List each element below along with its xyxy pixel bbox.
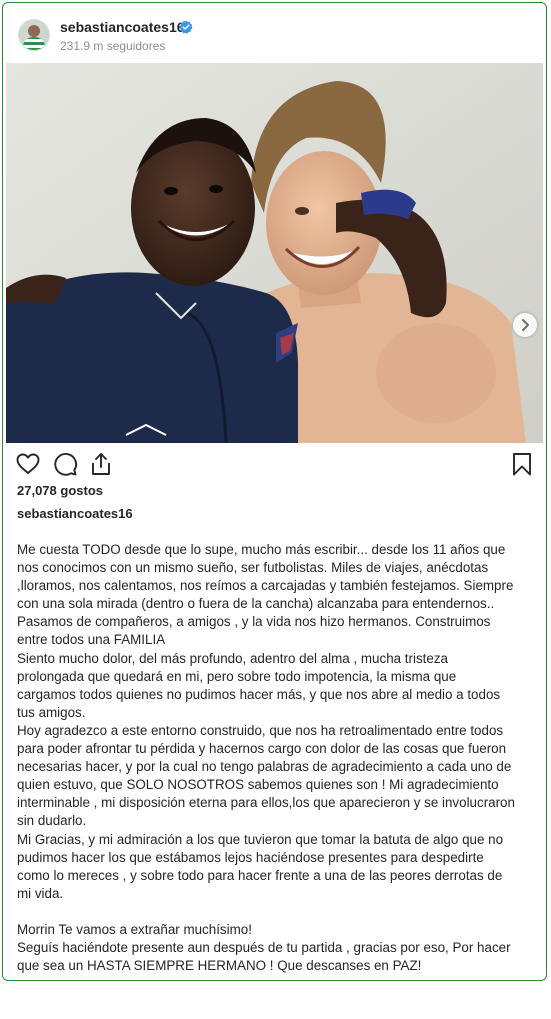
like-count[interactable]: 27,078 gostos <box>17 483 103 498</box>
caption-line: tus amigos. <box>17 704 86 720</box>
heart-icon[interactable] <box>15 451 41 477</box>
verified-badge-icon <box>179 20 193 34</box>
caption-line <box>17 903 542 921</box>
caption-line: prolongada que quedará en mi, pero sobre… <box>17 668 457 684</box>
caption-line: pudimos hacer los que estábamos lejos ha… <box>17 849 484 865</box>
caption-line: como lo mereces , y sobre todo para hace… <box>17 867 503 883</box>
username[interactable]: sebastiancoates16 <box>60 19 185 35</box>
caption-line: Mi Gracias, y mi admiración a los que tu… <box>17 831 504 847</box>
caption-line: Siento mucho dolor, del más profundo, ad… <box>17 650 448 666</box>
caption-text: Me cuesta TODO desde que lo supe, mucho … <box>17 541 542 975</box>
caption-line: entre todos una FAMILIA <box>17 632 166 648</box>
caption-line: necesarias hacer, y por la cual no tengo… <box>17 759 512 775</box>
post-photo[interactable] <box>6 63 543 443</box>
caption-line: mi vida. <box>17 885 64 901</box>
next-photo-button[interactable] <box>513 313 537 337</box>
photo-illustration <box>6 63 543 443</box>
caption-line: que sea un HASTA SIEMPRE HERMANO ! Que d… <box>17 958 422 974</box>
post-header: sebastiancoates16 231.9 m seguidores <box>3 3 546 63</box>
caption-line: interminable , mi disposición eterna par… <box>17 795 515 811</box>
caption-line: con una sola mirada (dentro o fuera de l… <box>17 596 495 612</box>
caption-line: Seguís haciéndote presente aun después d… <box>17 940 511 956</box>
caption-line: Me cuesta TODO desde que lo supe, mucho … <box>17 542 506 557</box>
caption-line: cargamos todos quienes no pudimos hacer … <box>17 686 501 702</box>
comment-icon[interactable] <box>52 451 78 477</box>
follower-count: 231.9 m seguidores <box>60 39 166 53</box>
caption-author[interactable]: sebastiancoates16 <box>17 506 133 521</box>
caption-line: Pasamos de compañeros, a amigos , y la v… <box>17 614 491 630</box>
caption-line: quien estuvo, que SOLO NOSOTROS sabemos … <box>17 777 499 793</box>
caption-line: ,lloramos, nos calentamos, nos reímos a … <box>17 578 514 594</box>
chevron-right-icon <box>522 319 529 331</box>
caption-line: nos conocimos con un mismo sueño, ser fu… <box>17 560 489 576</box>
caption-line: sin dudarlo. <box>17 813 87 829</box>
caption-line: Hoy agradezco a este entorno construido,… <box>17 722 504 738</box>
post-actions <box>3 443 546 483</box>
caption-line: Morrin Te vamos a extrañar muchísimo! <box>17 921 252 937</box>
instagram-post-card: sebastiancoates16 231.9 m seguidores 27,… <box>2 2 547 981</box>
bookmark-icon[interactable] <box>509 451 535 477</box>
caption-line: para poder afrontar tu pérdida y hacerno… <box>17 741 507 757</box>
avatar[interactable] <box>18 19 50 51</box>
share-icon[interactable] <box>88 451 114 477</box>
